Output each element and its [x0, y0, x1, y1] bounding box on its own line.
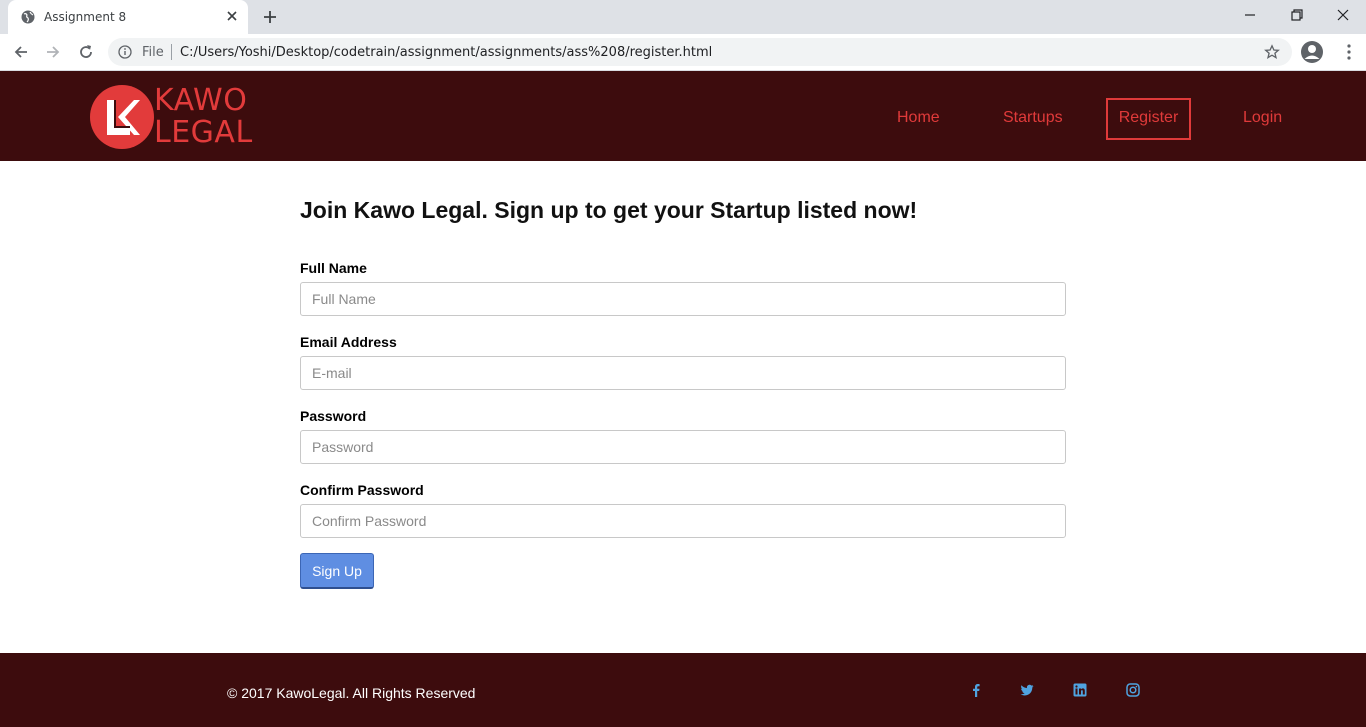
- nav-home[interactable]: Home: [897, 109, 940, 127]
- info-icon[interactable]: [118, 45, 132, 59]
- copyright-text: © 2017 KawoLegal. All Rights Reserved: [227, 685, 476, 701]
- back-arrow-icon[interactable]: [12, 43, 30, 61]
- email-input[interactable]: [300, 356, 1066, 390]
- address-divider: [171, 44, 172, 60]
- nav-register-label: Register: [1118, 109, 1179, 126]
- nav-startups[interactable]: Startups: [1003, 109, 1063, 127]
- twitter-icon[interactable]: [1020, 683, 1034, 697]
- full-name-label: Full Name: [300, 260, 367, 276]
- site-footer: © 2017 KawoLegal. All Rights Reserved: [0, 653, 1366, 727]
- facebook-icon[interactable]: [969, 683, 983, 697]
- address-bar[interactable]: File C:/Users/Yoshi/Desktop/codetrain/as…: [108, 38, 1292, 66]
- close-icon[interactable]: [225, 9, 239, 23]
- browser-tab-strip: Assignment 8: [0, 0, 1366, 34]
- minimize-icon[interactable]: [1242, 7, 1258, 23]
- address-url[interactable]: C:/Users/Yoshi/Desktop/codetrain/assignm…: [180, 45, 712, 60]
- new-tab-icon[interactable]: [262, 9, 278, 25]
- logo-text-line1: KAWO: [154, 83, 248, 118]
- forward-arrow-icon[interactable]: [44, 43, 62, 61]
- reload-icon[interactable]: [77, 43, 95, 61]
- address-scheme: File: [142, 45, 164, 60]
- browser-toolbar: File C:/Users/Yoshi/Desktop/codetrain/as…: [0, 34, 1366, 71]
- more-menu-icon[interactable]: [1340, 43, 1358, 61]
- sign-up-button[interactable]: Sign Up: [300, 553, 374, 589]
- logo-text-line2: LEGAL: [154, 115, 253, 150]
- password-label: Password: [300, 408, 367, 424]
- site-header: KAWO LEGAL Home Startups Register Login: [0, 71, 1366, 161]
- profile-avatar-icon[interactable]: [1300, 40, 1324, 64]
- kawo-legal-logo[interactable]: KAWO LEGAL: [90, 84, 265, 150]
- linkedin-icon[interactable]: [1073, 683, 1087, 697]
- register-section: Join Kawo Legal. Sign up to get your Sta…: [0, 161, 1366, 653]
- email-label: Email Address: [300, 334, 397, 350]
- bookmark-star-icon[interactable]: [1264, 44, 1280, 60]
- browser-tab[interactable]: Assignment 8: [8, 0, 248, 34]
- confirm-password-label: Confirm Password: [300, 482, 424, 498]
- instagram-icon[interactable]: [1126, 683, 1140, 697]
- logo-kl-mark-icon: [107, 100, 140, 135]
- full-name-input[interactable]: [300, 282, 1066, 316]
- tab-title: Assignment 8: [44, 10, 127, 24]
- page-title: Join Kawo Legal. Sign up to get your Sta…: [300, 197, 918, 223]
- confirm-password-input[interactable]: [300, 504, 1066, 538]
- nav-login[interactable]: Login: [1243, 109, 1282, 127]
- window-close-icon[interactable]: [1335, 7, 1351, 23]
- password-input[interactable]: [300, 430, 1066, 464]
- nav-register[interactable]: Register: [1106, 98, 1191, 140]
- restore-icon[interactable]: [1289, 7, 1305, 23]
- globe-icon: [21, 10, 35, 24]
